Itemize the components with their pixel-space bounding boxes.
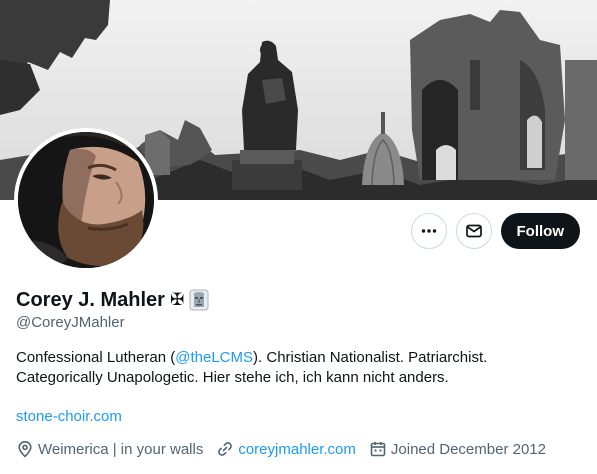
moai-statue-icon — [189, 289, 209, 311]
profile-meta: Weimerica | in your walls coreyjmahler.c… — [16, 440, 559, 458]
location-item: Weimerica | in your walls — [16, 440, 203, 458]
display-name: Corey J. Mahler — [16, 289, 165, 311]
profile-bio: Confessional Lutheran (@theLCMS). Christ… — [16, 348, 576, 388]
bio-text-part2: ). Christian Nationalist. Patriarchist. — [253, 349, 488, 366]
more-horizontal-icon — [421, 229, 436, 233]
link-item: coreyjmahler.com — [216, 440, 356, 458]
message-button[interactable] — [455, 213, 492, 249]
profile-actions: Follow — [410, 213, 580, 249]
calendar-icon — [370, 442, 386, 457]
profile-handle: @CoreyJMahler — [16, 314, 125, 331]
bio-line-2: Categorically Unapologetic. Hier stehe i… — [16, 369, 449, 386]
bio-text-part1: Confessional Lutheran ( — [16, 349, 176, 366]
profile-avatar[interactable] — [14, 128, 158, 272]
profile-name-row: Corey J. Mahler ✠ — [16, 288, 209, 312]
joined-item: Joined December 2012 — [369, 440, 546, 458]
bio-website-link[interactable]: stone-choir.com — [16, 408, 122, 425]
profile-link[interactable]: coreyjmahler.com — [238, 441, 356, 458]
envelope-icon — [465, 224, 482, 238]
bio-line-1: Confessional Lutheran (@theLCMS). Christ… — [16, 348, 576, 368]
more-button[interactable] — [410, 213, 447, 249]
link-icon — [218, 442, 233, 456]
map-pin-icon — [18, 440, 32, 458]
cross-glyph: ✠ — [169, 290, 185, 310]
bio-mention-link[interactable]: @theLCMS — [175, 349, 253, 366]
follow-button[interactable]: Follow — [500, 213, 580, 249]
joined-text: Joined December 2012 — [390, 440, 546, 458]
location-text: Weimerica | in your walls — [38, 440, 204, 458]
